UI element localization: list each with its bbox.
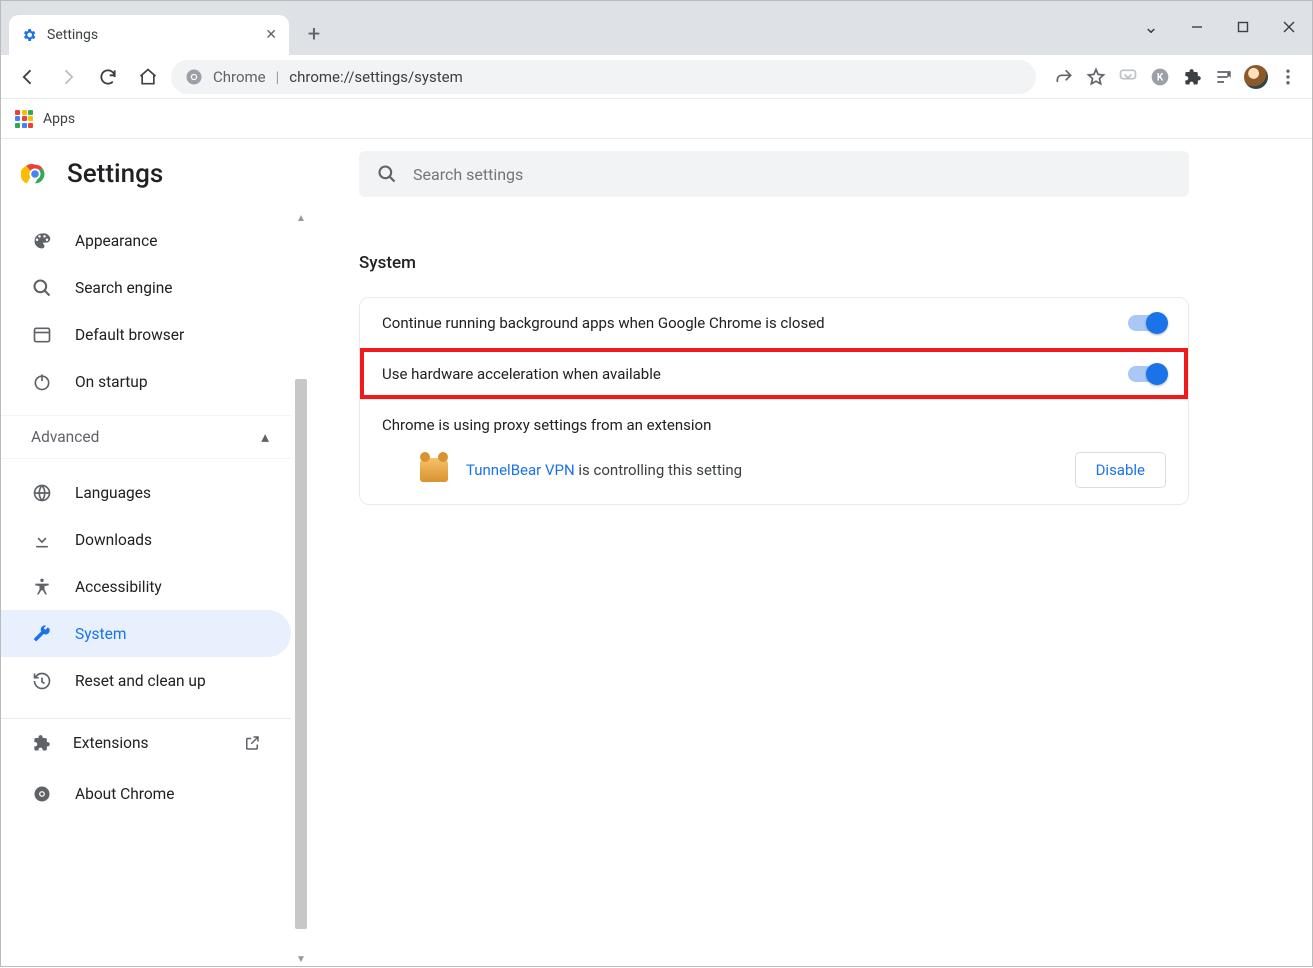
row-hardware-acceleration: Use hardware acceleration when available (360, 348, 1188, 399)
nav-label: Appearance (75, 232, 157, 250)
nav-extensions[interactable]: Extensions (1, 718, 291, 766)
bookmarks-bar: Apps (1, 99, 1312, 139)
row-label: Continue running background apps when Go… (382, 314, 825, 332)
toggle-hardware-acceleration[interactable] (1128, 366, 1166, 382)
page-header: Settings (21, 159, 163, 189)
forward-button (51, 60, 85, 94)
row-label: Use hardware acceleration when available (382, 365, 661, 383)
settings-sidebar[interactable]: Appearance Search engine Default browser… (1, 211, 291, 968)
reading-list-icon[interactable] (1210, 63, 1238, 91)
home-button[interactable] (131, 60, 165, 94)
puzzle-icon (31, 733, 51, 753)
tunnelbear-icon (420, 458, 448, 482)
nav-default-browser[interactable]: Default browser (1, 311, 291, 358)
nav-system[interactable]: System (1, 610, 291, 657)
chrome-logo-icon (21, 160, 49, 188)
chevron-up-icon: ▴ (261, 428, 269, 446)
proxy-message: Chrome is using proxy settings from an e… (382, 416, 1166, 434)
scroll-up-arrow[interactable]: ▲ (293, 209, 309, 227)
menu-dots-icon[interactable] (1274, 63, 1302, 91)
apps-icon[interactable] (15, 110, 33, 128)
profile-avatar[interactable] (1242, 63, 1270, 91)
nav-advanced-header[interactable]: Advanced ▴ (1, 415, 291, 459)
settings-content: System Continue running background apps … (309, 139, 1312, 968)
wrench-icon (31, 624, 53, 644)
extensions-puzzle-icon[interactable] (1178, 63, 1206, 91)
restore-icon (31, 671, 53, 691)
tab-title: Settings (47, 27, 255, 43)
nav-about[interactable]: About Chrome (1, 770, 291, 817)
extension-link[interactable]: TunnelBear VPN (466, 461, 575, 479)
window-controls: ⌄ (1128, 7, 1312, 47)
nav-search-engine[interactable]: Search engine (1, 264, 291, 311)
search-icon (377, 164, 397, 184)
page-title: Settings (67, 159, 163, 189)
download-icon (31, 530, 53, 550)
nav-label: Advanced (31, 428, 99, 446)
row-background-apps: Continue running background apps when Go… (360, 298, 1188, 348)
close-window-button[interactable] (1266, 7, 1312, 47)
reload-button[interactable] (91, 60, 125, 94)
omnibox-origin: Chrome (213, 68, 266, 86)
nav-languages[interactable]: Languages (1, 469, 291, 516)
chrome-product-icon (185, 68, 203, 86)
nav-label: Default browser (75, 326, 184, 344)
nav-label: Reset and clean up (75, 672, 206, 690)
section-title-system: System (359, 253, 1252, 273)
search-icon (31, 278, 53, 298)
browser-toolbar: Chrome | chrome://settings/system K (1, 55, 1312, 99)
titlebar: Settings ✕ + ⌄ (1, 1, 1312, 55)
back-button[interactable] (11, 60, 45, 94)
nav-appearance[interactable]: Appearance (1, 217, 291, 264)
new-tab-button[interactable]: + (299, 19, 329, 49)
svg-text:K: K (1157, 72, 1164, 83)
pocket-icon[interactable] (1114, 63, 1142, 91)
nav-label: On startup (75, 373, 148, 391)
power-icon (31, 372, 53, 392)
nav-label: Downloads (75, 531, 152, 549)
nav-accessibility[interactable]: Accessibility (1, 563, 291, 610)
nav-label: Languages (75, 484, 151, 502)
sidebar-scrollbar[interactable]: ▲ ▼ (293, 209, 309, 968)
share-icon[interactable] (1050, 63, 1078, 91)
minimize-button[interactable] (1174, 7, 1220, 47)
sidebar-container: Settings Appearance Search engine Defaul… (1, 139, 309, 968)
open-external-icon (243, 734, 261, 752)
nav-reset[interactable]: Reset and clean up (1, 657, 291, 704)
browser-icon (31, 325, 53, 345)
close-tab-icon[interactable]: ✕ (265, 27, 277, 43)
nav-on-startup[interactable]: On startup (1, 358, 291, 405)
toggle-background-apps[interactable] (1128, 315, 1166, 331)
omnibox-separator: | (276, 68, 280, 86)
star-icon[interactable] (1082, 63, 1110, 91)
browser-tab[interactable]: Settings ✕ (9, 15, 289, 55)
nav-downloads[interactable]: Downloads (1, 516, 291, 563)
omnibox-path: chrome://settings/system (289, 68, 462, 86)
scroll-thumb[interactable] (295, 379, 307, 929)
address-bar[interactable]: Chrome | chrome://settings/system (171, 60, 1036, 94)
maximize-button[interactable] (1220, 7, 1266, 47)
accessibility-icon (31, 577, 53, 597)
globe-icon (31, 483, 53, 503)
extension-k-icon[interactable]: K (1146, 63, 1174, 91)
chevron-down-icon[interactable]: ⌄ (1128, 7, 1174, 47)
nav-label: System (75, 625, 126, 643)
disable-button[interactable]: Disable (1075, 452, 1166, 488)
gear-icon (21, 27, 37, 43)
settings-search-input[interactable] (413, 165, 1171, 184)
extension-rest-text: is controlling this setting (575, 461, 742, 479)
settings-page: Settings Appearance Search engine Defaul… (1, 139, 1312, 968)
settings-search[interactable] (359, 151, 1189, 197)
nav-label: Search engine (75, 279, 173, 297)
row-proxy: Chrome is using proxy settings from an e… (360, 399, 1188, 504)
nav-label: About Chrome (75, 785, 175, 803)
system-card: Continue running background apps when Go… (359, 297, 1189, 505)
nav-label: Accessibility (75, 578, 162, 596)
scroll-down-arrow[interactable]: ▼ (293, 950, 309, 968)
nav-label: Extensions (73, 734, 149, 752)
palette-icon (31, 231, 53, 251)
chrome-small-icon (31, 784, 53, 804)
apps-label[interactable]: Apps (43, 111, 75, 127)
